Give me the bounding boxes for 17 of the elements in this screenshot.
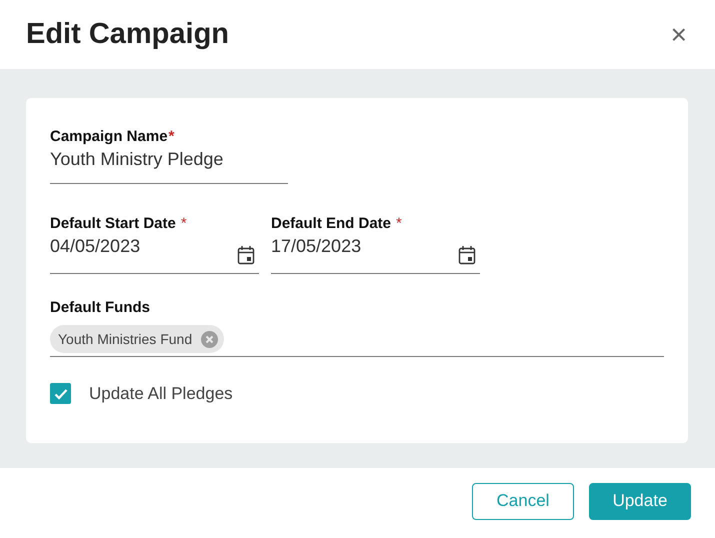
input-field[interactable]: Youth Ministry Pledge — [50, 145, 288, 184]
close-button[interactable]: × — [666, 20, 691, 48]
required-mark: * — [168, 128, 174, 145]
checkbox[interactable] — [50, 383, 71, 404]
checkbox-label: Update All Pledges — [89, 384, 233, 404]
date-field[interactable]: 17/05/2023 — [271, 236, 362, 257]
dialog-title: Edit Campaign — [26, 18, 230, 51]
required-mark: * — [180, 215, 187, 232]
calendar-icon[interactable] — [237, 245, 255, 265]
calendar-icon[interactable] — [458, 245, 476, 265]
date-field[interactable]: 04/05/2023 — [50, 236, 140, 257]
fund-chip: Youth Ministries Fund — [50, 325, 224, 353]
field-label: Default Start Date — [50, 215, 176, 232]
required-mark: * — [396, 215, 402, 232]
field-label: Campaign Name — [50, 128, 168, 145]
field-label: Default Funds — [50, 299, 150, 316]
field-label: Default End Date — [271, 215, 392, 232]
